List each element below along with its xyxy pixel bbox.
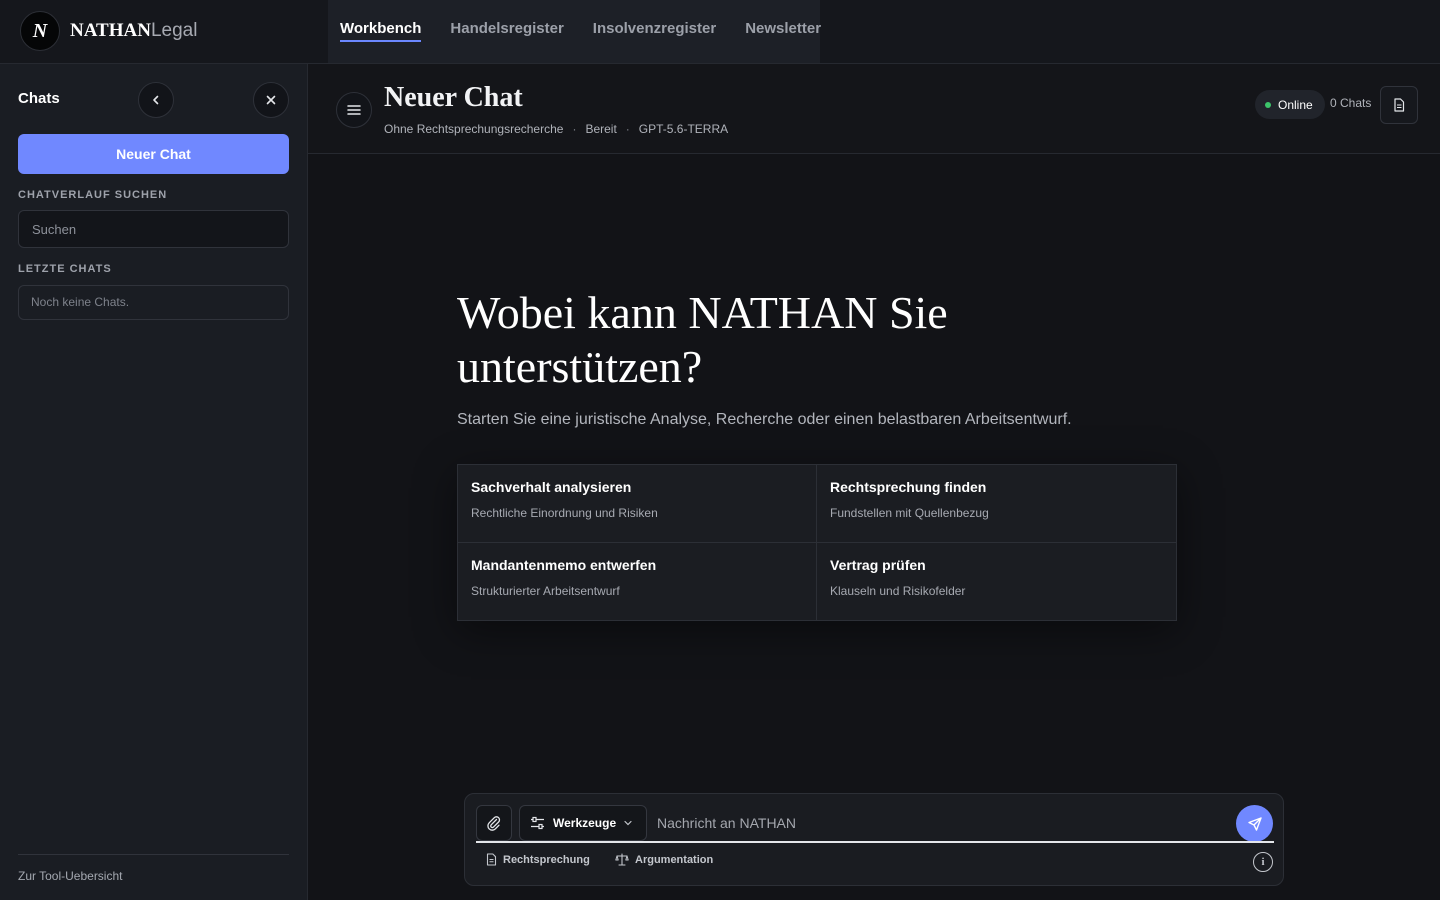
- card-description: Klauseln und Risikofelder: [830, 583, 966, 598]
- recent-chats-empty-state: Noch keine Chats.: [18, 285, 289, 320]
- message-composer: Werkzeuge Rechtsprechung Argumentation i: [464, 793, 1284, 886]
- chat-search-input[interactable]: [18, 210, 289, 248]
- status-badge: Online: [1255, 90, 1325, 119]
- brand-name-light: Legal: [150, 20, 198, 41]
- tab-newsletter[interactable]: Newsletter: [745, 20, 821, 42]
- sidebar-divider: [18, 854, 289, 855]
- case-law-label: Rechtsprechung: [503, 853, 590, 866]
- info-glyph: i: [1261, 856, 1265, 868]
- card-description: Fundstellen mit Quellenbezug: [830, 506, 989, 520]
- scale-icon: [615, 853, 629, 866]
- tool-overview-link[interactable]: Zur Tool-Uebersicht: [18, 869, 122, 883]
- meta-status: Bereit: [585, 122, 617, 136]
- brand-name-bold: NATHAN: [70, 20, 151, 41]
- chat-header: Neuer Chat Ohne Rechtsprechungsrecherche…: [308, 64, 1440, 154]
- card-title: Rechtsprechung finden: [830, 479, 987, 495]
- suggestion-card-analyze[interactable]: Sachverhalt analysieren Rechtliche Einor…: [458, 465, 817, 543]
- chat-meta: Ohne Rechtsprechungsrecherche · Bereit ·…: [384, 122, 728, 136]
- search-history-label: CHATVERLAUF SUCHEN: [18, 189, 168, 201]
- case-law-toggle[interactable]: Rechtsprechung: [486, 853, 590, 866]
- meta-separator: ·: [572, 122, 577, 136]
- attach-button[interactable]: [476, 805, 512, 841]
- card-description: Rechtliche Einordnung und Risiken: [471, 506, 658, 520]
- suggestion-card-contract[interactable]: Vertrag prüfen Klauseln und Risikofelder: [817, 543, 1176, 621]
- send-icon: [1247, 816, 1262, 831]
- argumentation-label: Argumentation: [635, 853, 714, 866]
- sliders-icon: [531, 816, 544, 830]
- paperclip-icon: [487, 816, 501, 831]
- document-icon: [486, 853, 497, 866]
- page-title: Neuer Chat: [384, 82, 523, 113]
- message-input[interactable]: [657, 806, 1227, 840]
- tab-workbench[interactable]: Workbench: [340, 20, 422, 42]
- brand-logo-letter: N: [32, 19, 48, 42]
- input-focus-underline: [476, 841, 1274, 843]
- suggestion-cards: Sachverhalt analysieren Rechtliche Einor…: [457, 464, 1177, 621]
- tools-dropdown[interactable]: Werkzeuge: [519, 805, 647, 841]
- brand-logo-icon: N: [20, 11, 60, 51]
- card-title: Mandantenmemo entwerfen: [471, 556, 657, 573]
- main-nav-tabs: Workbench Handelsregister Insolvenzregis…: [328, 0, 821, 63]
- info-icon[interactable]: i: [1253, 852, 1273, 872]
- recent-chats-label: LETZTE CHATS: [18, 263, 112, 275]
- chat-sidebar: Chats Neuer Chat CHATVERLAUF SUCHEN LETZ…: [0, 64, 308, 900]
- card-title: Sachverhalt analysieren: [471, 479, 632, 495]
- brand-name: NATHANLegal: [70, 11, 197, 51]
- tab-insolvenzregister[interactable]: Insolvenzregister: [593, 20, 716, 42]
- document-icon: [1394, 98, 1405, 112]
- status-label: Online: [1278, 97, 1313, 112]
- hero-title: Wobei kann NATHAN Sie unterstützen?: [457, 287, 948, 392]
- card-description: Strukturierter Arbeitsentwurf: [471, 583, 620, 598]
- sidebar-collapse-button[interactable]: [138, 82, 174, 118]
- send-button[interactable]: [1236, 805, 1273, 842]
- sidebar-close-button[interactable]: [253, 82, 289, 118]
- chat-count: 0 Chats: [1330, 96, 1372, 110]
- top-navigation-bar: N NATHANLegal Workbench Handelsregister …: [0, 0, 1440, 64]
- status-dot-icon: [1265, 101, 1271, 108]
- suggestion-card-memo[interactable]: Mandantenmemo entwerfen Strukturierter A…: [458, 542, 817, 620]
- tab-handelsregister[interactable]: Handelsregister: [450, 20, 563, 42]
- argumentation-toggle[interactable]: Argumentation: [615, 853, 713, 866]
- suggestion-card-case-law[interactable]: Rechtsprechung finden Fundstellen mit Qu…: [817, 465, 1176, 543]
- menu-icon: [347, 105, 361, 115]
- meta-separator: ·: [625, 122, 630, 136]
- card-title: Vertrag prüfen: [830, 556, 926, 573]
- chevron-left-icon: [153, 95, 159, 105]
- meta-research-mode: Ohne Rechtsprechungsrecherche: [384, 122, 564, 136]
- meta-model: GPT-5.6-TERRA: [638, 122, 729, 136]
- tools-label: Werkzeuge: [553, 816, 617, 830]
- chevron-down-icon: [624, 820, 632, 826]
- hero-subtitle: Starten Sie eine juristische Analyse, Re…: [457, 411, 1072, 428]
- close-icon: [266, 95, 276, 105]
- documents-button[interactable]: [1380, 86, 1418, 124]
- sidebar-title: Chats: [18, 90, 60, 107]
- menu-button[interactable]: [336, 92, 372, 128]
- brand[interactable]: N NATHANLegal: [20, 11, 197, 51]
- new-chat-button[interactable]: Neuer Chat: [18, 134, 289, 174]
